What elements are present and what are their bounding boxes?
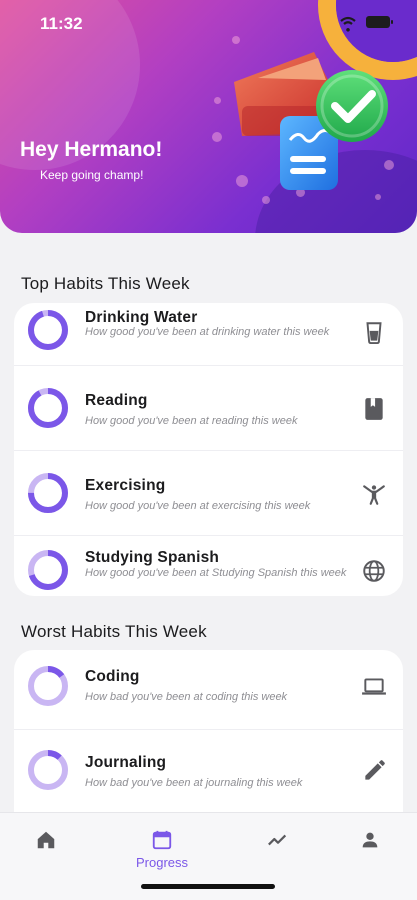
greeting-title: Hey Hermano! <box>20 138 163 161</box>
worst-habits-title: Worst Habits This Week <box>21 622 207 641</box>
tab-progress-label: Progress <box>135 855 189 870</box>
pencil-icon <box>365 760 385 780</box>
list-item[interactable]: Reading How good you've been at reading … <box>14 366 403 451</box>
habit-title: Coding <box>85 668 140 685</box>
habit-description: How good you've been at Studying Spanish… <box>85 567 347 579</box>
progress-ring <box>28 473 68 513</box>
status-time: 11:32 <box>40 14 83 33</box>
home-icon <box>37 831 55 849</box>
progress-ring <box>28 550 68 590</box>
list-item[interactable]: Drinking Water How good you've been at d… <box>14 303 403 366</box>
globe-icon <box>363 560 385 582</box>
progress-ring <box>28 310 68 350</box>
tab-stats[interactable] <box>238 823 318 873</box>
progress-ring-fill <box>28 388 68 428</box>
list-item[interactable]: Exercising How good you've been at exerc… <box>14 451 403 536</box>
habits-illustration <box>234 52 388 190</box>
habit-description: How good you've been at reading this wee… <box>85 415 298 427</box>
tab-home[interactable] <box>6 823 86 873</box>
top-habits-card: Drinking Water How good you've been at d… <box>14 303 403 596</box>
trending-icon <box>268 834 287 846</box>
habit-description: How good you've been at drinking water t… <box>85 326 330 338</box>
habit-description: How bad you've been at coding this week <box>85 691 288 703</box>
status-icons <box>340 16 393 32</box>
list-item[interactable]: Journaling How bad you've been at journa… <box>14 730 403 812</box>
habit-description: How good you've been at exercising this … <box>85 500 311 512</box>
progress-ring <box>28 388 68 428</box>
greeting-subtitle: Keep going champ! <box>40 168 144 182</box>
progress-ring <box>28 750 68 790</box>
list-item[interactable]: Studying Spanish How good you've been at… <box>14 536 403 596</box>
habit-title: Reading <box>85 392 148 409</box>
calendar-icon <box>152 830 172 850</box>
habit-title: Studying Spanish <box>85 549 220 566</box>
habit-title: Exercising <box>85 477 166 494</box>
tab-profile[interactable] <box>330 823 410 873</box>
habit-description: How bad you've been at journaling this w… <box>85 777 303 789</box>
progress-ring <box>28 666 68 706</box>
list-item[interactable]: Coding How bad you've been at coding thi… <box>14 650 403 730</box>
cup-icon <box>366 322 382 345</box>
laptop-icon <box>362 678 386 695</box>
habit-title: Drinking Water <box>85 309 198 326</box>
book-icon <box>365 398 383 420</box>
top-habits-title: Top Habits This Week <box>21 274 190 293</box>
person-icon <box>362 832 378 848</box>
habit-title: Journaling <box>85 754 167 771</box>
progress-ring-fill <box>28 310 68 350</box>
gymnastics-icon <box>363 485 385 505</box>
home-indicator <box>141 884 275 889</box>
worst-habits-card: Coding How bad you've been at coding thi… <box>14 650 403 812</box>
header-banner: 11:32 Hey Hermano! Keep going champ! <box>0 0 417 233</box>
tab-progress[interactable]: Progress <box>122 823 202 873</box>
